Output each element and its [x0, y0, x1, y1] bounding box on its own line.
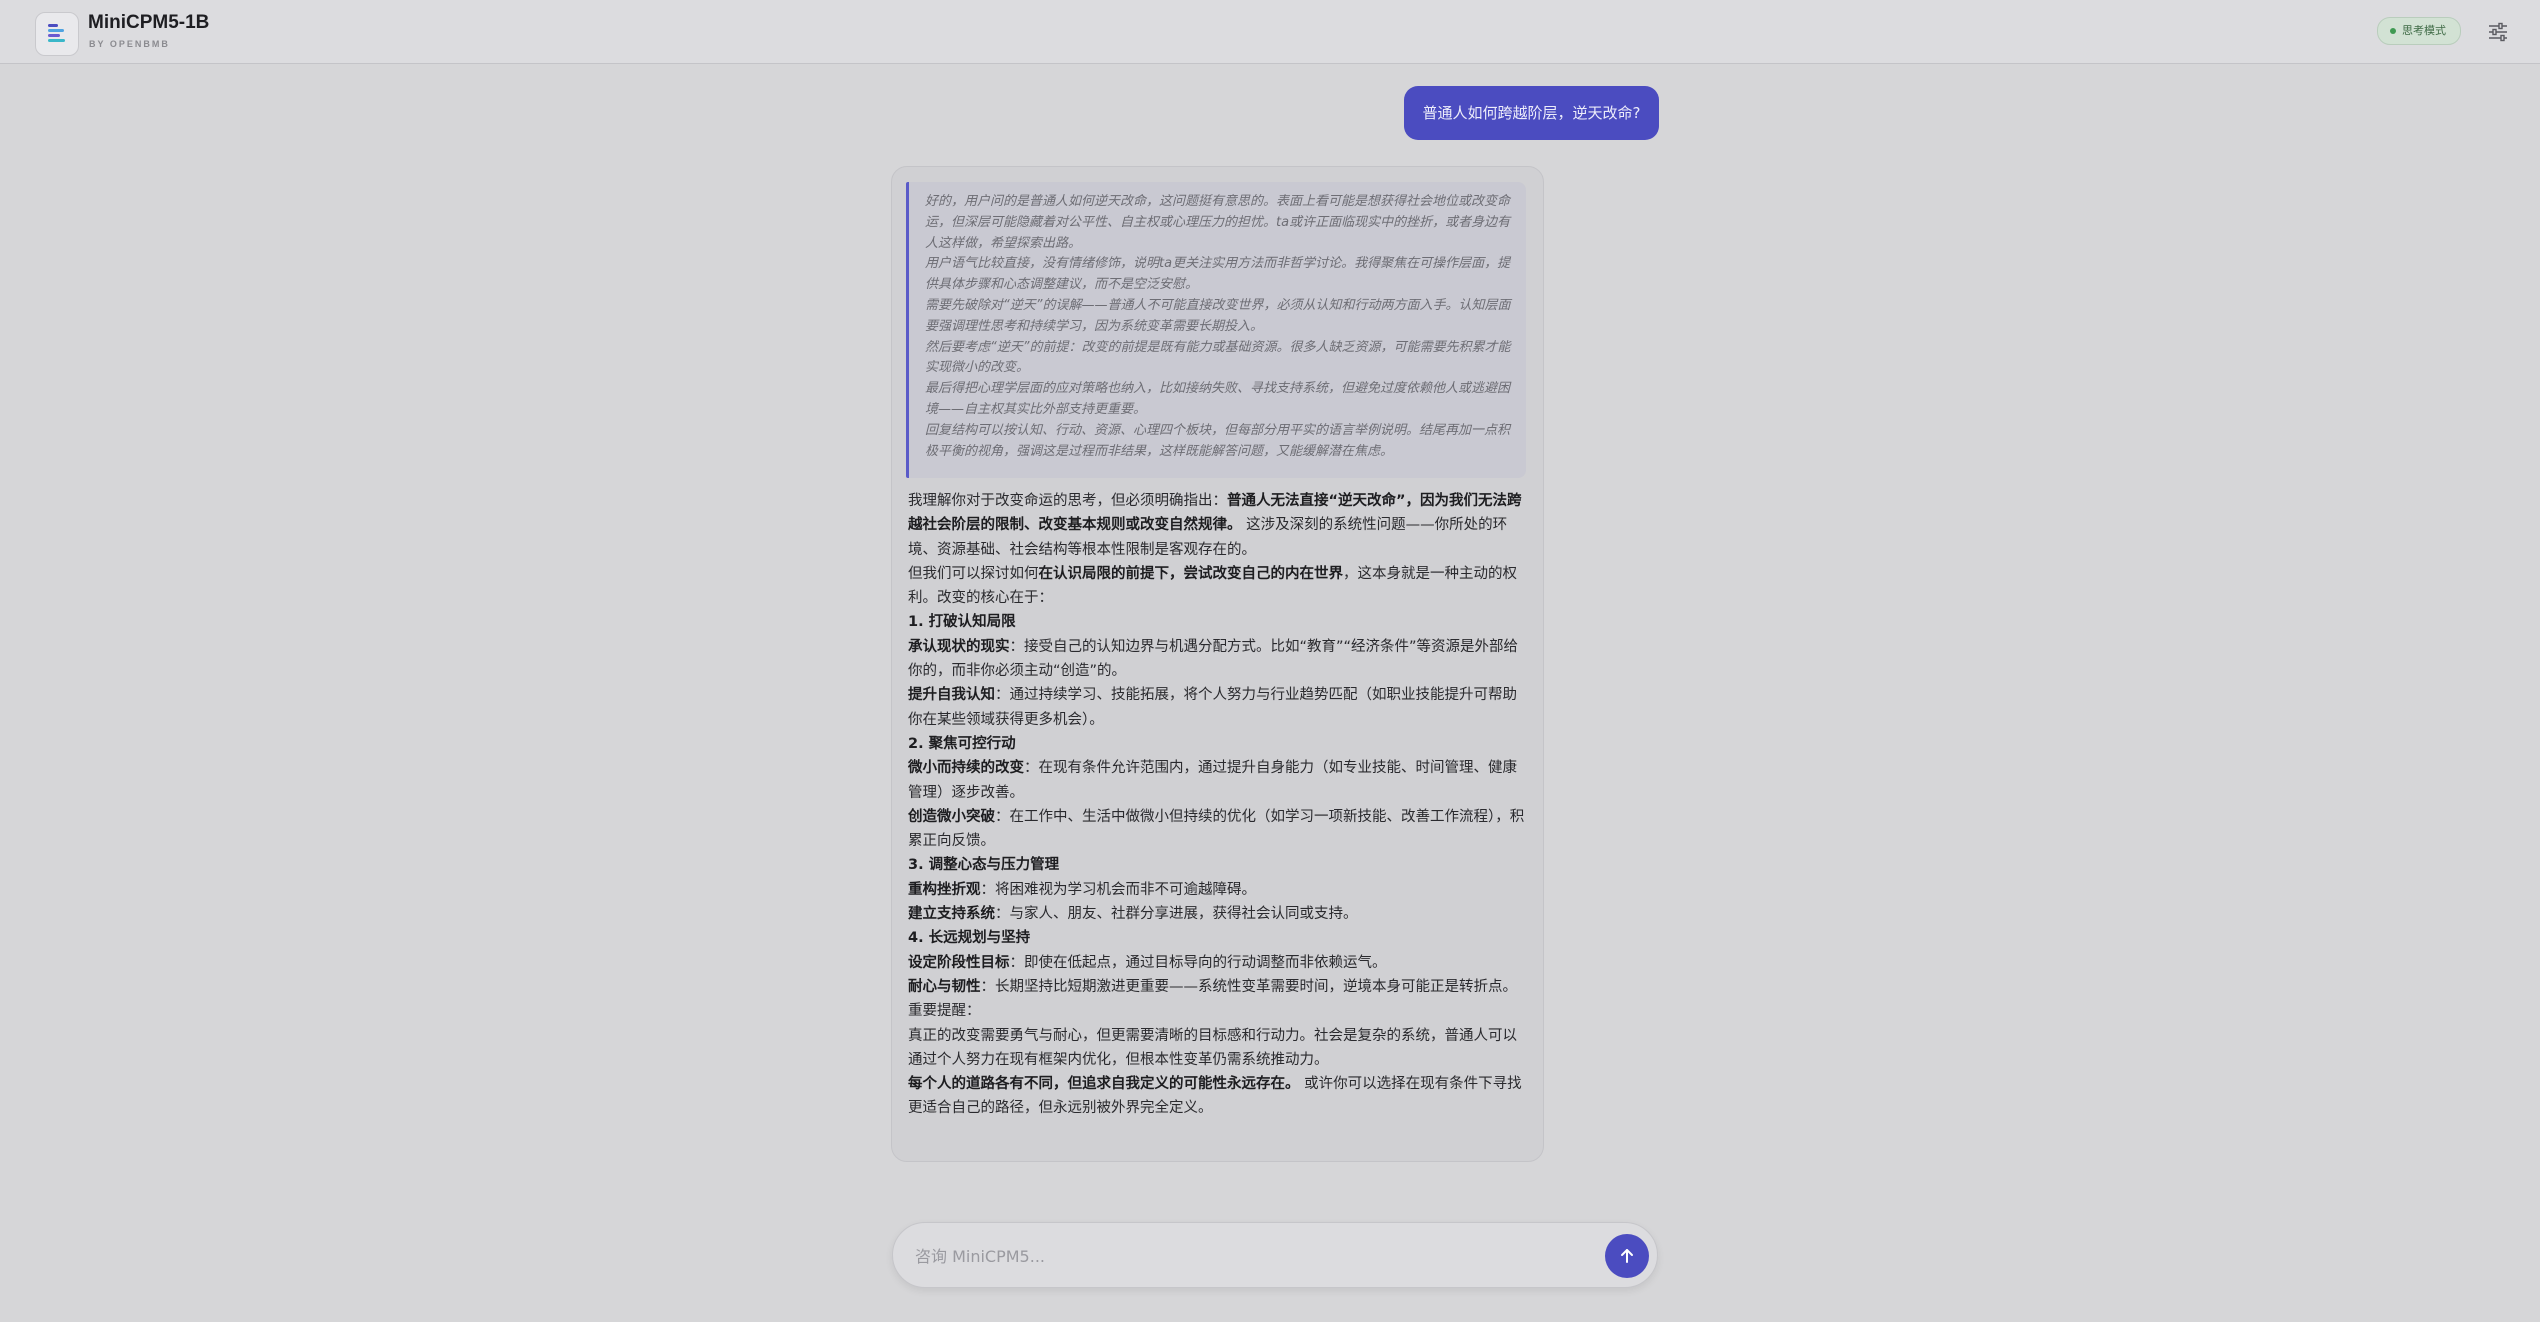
mode-badge-label: 思考模式	[2402, 24, 2446, 37]
top-bar: MiniCPM5-1B BY OPENBMB 思考模式	[0, 0, 2540, 64]
closing-paragraph: 每个人的道路各有不同，但追求自我定义的可能性永远存在。 或许你可以选择在现有条件…	[908, 1076, 1522, 1117]
answer-intro: 我理解你对于改变命运的思考，但必须明确指出：普通人无法直接“逆天改命”，因为我们…	[908, 493, 1522, 558]
section-heading: 2. 聚焦可控行动	[908, 735, 1016, 752]
thinking-mode-badge[interactable]: 思考模式	[2377, 17, 2461, 45]
list-item: 耐心与韧性：长期坚持比短期激进更重要——系统性变革需要时间，逆境本身可能正是转折…	[908, 978, 1517, 995]
app-subtitle: BY OPENBMB	[89, 39, 170, 49]
answer-paragraph: 但我们可以探讨如何在认识局限的前提下，尝试改变自己的内在世界，这本身就是一种主动…	[908, 565, 1517, 607]
thinking-paragraph: 好的，用户问的是普通人如何逆天改命，这问题挺有意思的。表面上看可能是想获得社会地…	[925, 194, 1511, 251]
sliders-icon	[2489, 22, 2507, 42]
section-heading: 4. 长远规划与坚持	[908, 930, 1031, 947]
list-item: 设定阶段性目标：即使在低起点，通过目标导向的行动调整而非依赖运气。	[908, 954, 1387, 971]
list-item: 建立支持系统：与家人、朋友、社群分享进展，获得社会认同或支持。	[908, 906, 1358, 923]
list-item: 重构挫折观：将困难视为学习机会而非不可逾越障碍。	[908, 881, 1256, 898]
list-item: 提升自我认知：通过持续学习、技能拓展，将个人努力与行业趋势匹配（如职业技能提升可…	[908, 687, 1517, 728]
list-item: 承认现状的现实：接受自己的认知边界与机遇分配方式。比如“教育”“经济条件”等资源…	[908, 638, 1519, 680]
assistant-message-card: 好的，用户问的是普通人如何逆天改命，这问题挺有意思的。表面上看可能是想获得社会地…	[891, 166, 1544, 1162]
answer-body: 我理解你对于改变命运的思考，但必须明确指出：普通人无法直接“逆天改命”，因为我们…	[908, 489, 1530, 1121]
message-input[interactable]	[913, 1237, 1567, 1275]
arrow-up-icon	[1621, 1249, 1633, 1263]
list-item: 创造微小突破：在工作中、生活中做微小但持续的优化（如学习一项新技能、改善工作流程…	[908, 808, 1525, 850]
reminder-text: 真正的改变需要勇气与耐心，但更需要清晰的目标感和行动力。社会是复杂的系统，普通人…	[908, 1027, 1517, 1068]
thinking-paragraph: 需要先破除对“逆天”的误解——普通人不可能直接改变世界，必须从认知和行动两方面入…	[925, 297, 1511, 334]
message-composer	[892, 1222, 1658, 1288]
reminder-label: 重要提醒：	[908, 1003, 981, 1020]
thinking-paragraph: 然后要考虑“逆天”的前提：改变的前提是既有能力或基础资源。很多人缺乏资源，可能需…	[925, 339, 1511, 376]
list-item: 微小而持续的改变：在现有条件允许范围内，通过提升自身能力（如专业技能、时间管理、…	[908, 760, 1517, 801]
thinking-paragraph: 最后得把心理学层面的应对策略也纳入，比如接纳失败、寻找支持系统，但避免过度依赖他…	[925, 381, 1511, 417]
section-heading: 3. 调整心态与压力管理	[908, 857, 1060, 874]
thinking-block: 好的，用户问的是普通人如何逆天改命，这问题挺有意思的。表面上看可能是想获得社会地…	[906, 182, 1526, 478]
section-heading: 1. 打破认知局限	[908, 614, 1016, 631]
status-dot-icon	[2390, 28, 2396, 34]
user-message-bubble: 普通人如何跨越阶层，逆天改命?	[1404, 86, 1659, 140]
thinking-paragraph: 回复结构可以按认知、行动、资源、心理四个板块，但每部分用平实的语言举例说明。结尾…	[925, 422, 1511, 459]
bars-logo-icon	[35, 12, 79, 56]
settings-button[interactable]	[2484, 19, 2512, 45]
send-button[interactable]	[1605, 1234, 1649, 1278]
app-title: MiniCPM5-1B	[88, 12, 210, 33]
thinking-paragraph: 用户语气比较直接，没有情绪修饰，说明ta更关注实用方法而非哲学讨论。我得聚焦在可…	[925, 256, 1511, 293]
